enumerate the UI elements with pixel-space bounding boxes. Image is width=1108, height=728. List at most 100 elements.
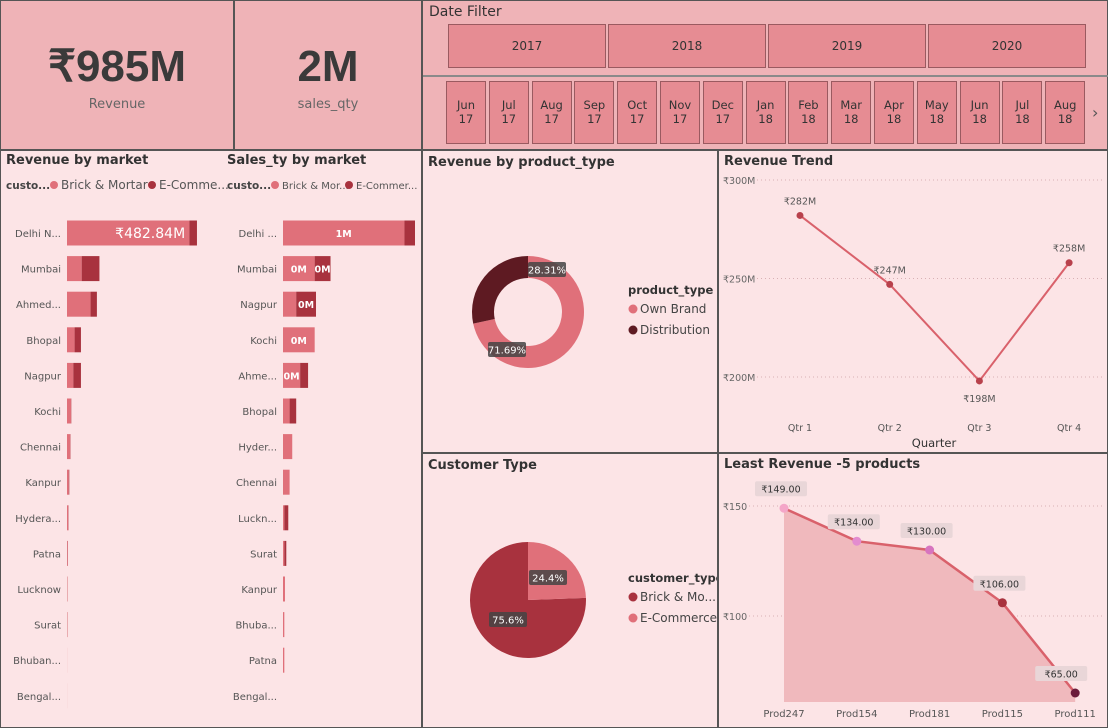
bar-segment[interactable] [283, 469, 290, 495]
bar-segment[interactable] [289, 398, 297, 424]
year-button-2019[interactable]: 2019 [768, 24, 926, 68]
category-label: Chennai [236, 478, 277, 489]
legend-marker [628, 304, 638, 314]
legend-marker [628, 613, 638, 623]
market-charts-svg: Revenue by market custo... Brick & Mortar E… [6, 153, 417, 709]
bar-segment[interactable] [283, 398, 290, 424]
bar-segment[interactable] [283, 647, 285, 673]
month-button[interactable]: Aug 18 [1045, 81, 1086, 144]
data-point[interactable] [925, 545, 935, 555]
month-year-label: 18 [929, 112, 945, 126]
bar-segment[interactable] [189, 220, 197, 246]
x-tick-label: Qtr 4 [1057, 423, 1081, 434]
legend-entry: E-Commerce [640, 611, 717, 625]
month-button[interactable]: Jul 18 [1002, 81, 1043, 144]
x-tick-label: Prod111 [1055, 709, 1096, 720]
bar-segment[interactable] [283, 576, 285, 602]
bar-segment[interactable] [67, 505, 69, 531]
data-label: 0M [284, 371, 300, 382]
chevron-right-icon[interactable]: › [1092, 103, 1098, 122]
bar-segment[interactable] [283, 505, 285, 531]
category-label: Nagpur [240, 300, 278, 311]
slice[interactable] [472, 256, 528, 324]
month-button[interactable]: Jun 18 [959, 81, 1000, 144]
bar-segment[interactable] [283, 434, 293, 460]
category-label: Bhuba... [235, 621, 277, 632]
legend-entry: Brick & Mo... [640, 590, 716, 604]
revenue-trend-svg: Revenue Trend ₹200M ₹250M ₹300M ₹282M Qtr 1 ₹2… [723, 154, 1104, 450]
bar-segment[interactable] [300, 362, 309, 388]
x-axis-title: Quarter [912, 436, 957, 450]
data-point[interactable] [886, 280, 894, 288]
data-point[interactable] [1070, 688, 1080, 698]
month-button[interactable]: Mar 18 [831, 81, 872, 144]
y-tick-label: ₹150 [723, 502, 747, 513]
data-point[interactable] [997, 598, 1007, 608]
month-label: Aug [1053, 98, 1077, 112]
month-label: Jun [970, 98, 989, 112]
data-point[interactable] [1065, 259, 1073, 267]
bar-segment[interactable] [284, 505, 289, 531]
least-revenue-panel: Least Revenue -5 products ₹100 ₹150 ₹149.00… [718, 453, 1108, 728]
year-button-2020[interactable]: 2020 [928, 24, 1086, 68]
data-point[interactable] [779, 503, 789, 513]
bar-segment[interactable] [67, 398, 72, 424]
data-label: ₹65.00 [1045, 670, 1078, 681]
bar-segment[interactable] [67, 434, 71, 460]
legend-entry: E-Commer... [356, 181, 417, 192]
legend-entry: Own Brand [640, 302, 706, 316]
category-label: Mumbai [21, 265, 61, 276]
data-label: ₹482.84M [115, 226, 185, 242]
month-button[interactable]: Jun 17 [446, 81, 486, 144]
month-button[interactable]: Nov 17 [660, 81, 700, 144]
bar-segment[interactable] [67, 291, 91, 317]
month-button[interactable]: Jul 17 [488, 81, 529, 144]
bar-segment[interactable] [74, 327, 81, 353]
year-button-2018[interactable]: 2018 [608, 24, 766, 68]
bar-segment[interactable] [284, 540, 287, 566]
bar-segment[interactable] [81, 256, 100, 282]
data-label: ₹247M [874, 265, 906, 276]
year-button-2017[interactable]: 2017 [448, 24, 606, 68]
month-button[interactable]: Feb 18 [788, 81, 829, 144]
month-button[interactable]: Sep 17 [574, 81, 615, 144]
legend-entry: Distribution [640, 323, 710, 337]
month-button[interactable]: Jan 18 [745, 81, 786, 144]
month-label: May [924, 98, 949, 112]
data-label: ₹130.00 [907, 527, 946, 538]
bar-segment[interactable] [67, 540, 68, 566]
data-point[interactable] [975, 377, 983, 385]
legend-marker [628, 325, 638, 335]
month-button[interactable]: Oct 17 [617, 81, 658, 144]
bar-segment[interactable] [283, 612, 285, 638]
bar-segment[interactable] [67, 256, 82, 282]
bar-segment[interactable] [67, 327, 75, 353]
x-tick-label: Qtr 3 [967, 423, 991, 434]
category-label: Kanpur [241, 585, 278, 596]
bar-segment[interactable] [68, 469, 70, 495]
data-point[interactable] [796, 211, 804, 219]
month-button[interactable]: Dec 17 [702, 81, 743, 144]
bar-segment[interactable] [67, 362, 74, 388]
bar-segment[interactable] [67, 469, 69, 495]
bar-segment[interactable] [404, 220, 415, 246]
month-button[interactable]: Aug 17 [531, 81, 572, 144]
month-button[interactable]: Apr 18 [874, 81, 914, 144]
month-year-label: 17 [587, 112, 602, 126]
bar-segment[interactable] [283, 540, 285, 566]
month-button[interactable]: May 18 [916, 81, 957, 144]
data-label: 71.69% [488, 346, 526, 357]
x-tick-label: Qtr 1 [788, 423, 812, 434]
bar-segment[interactable] [283, 291, 297, 317]
data-label: ₹106.00 [980, 579, 1019, 590]
data-label: 28.31% [528, 266, 566, 277]
bar-segment[interactable] [90, 291, 97, 317]
bar-segment[interactable] [73, 362, 81, 388]
month-year-label: 17 [715, 112, 731, 126]
data-label: 0M [315, 265, 331, 276]
legend-marker [50, 181, 58, 189]
y-tick-label: ₹100 [723, 612, 747, 623]
chart-title: Sales_ty by market [227, 153, 366, 168]
product-type-panel: Revenue by product_type 71.69% 28.31% produ… [422, 150, 718, 453]
data-point[interactable] [852, 536, 862, 546]
